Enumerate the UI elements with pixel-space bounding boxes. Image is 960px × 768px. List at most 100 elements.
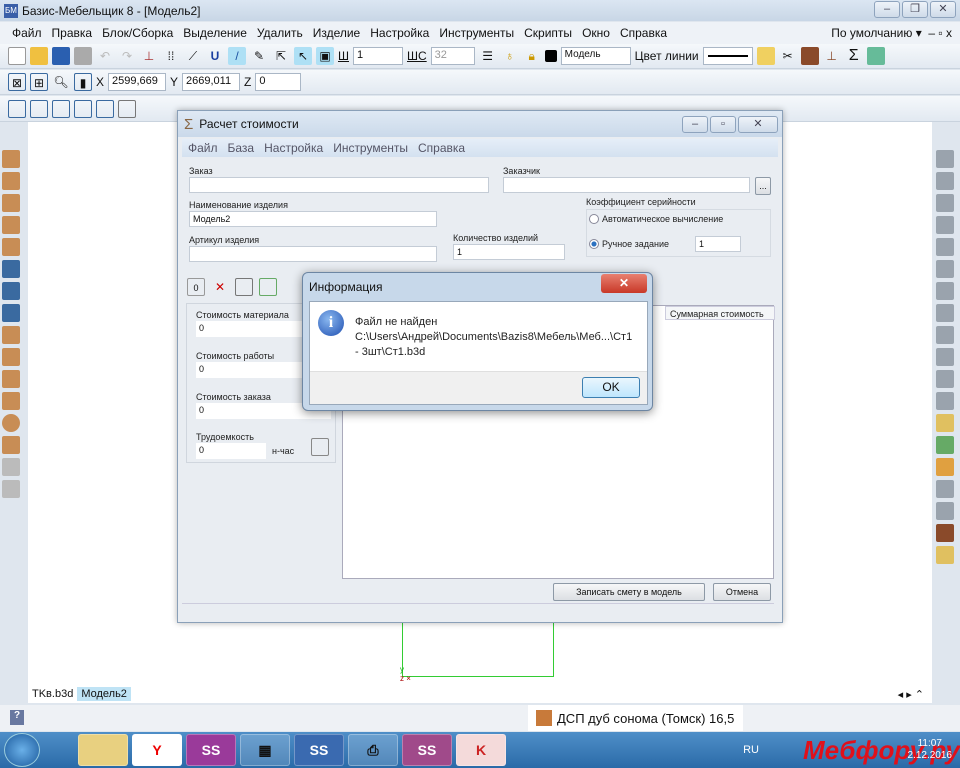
clock[interactable]: 11:07 2.12.2016 bbox=[908, 738, 953, 762]
box-icon[interactable]: ▣ bbox=[316, 47, 334, 65]
menu-block[interactable]: Блок/Сборка bbox=[102, 26, 173, 40]
taskbar-bazis-1[interactable]: SS bbox=[186, 734, 236, 766]
shell-icon[interactable] bbox=[2, 480, 20, 498]
view-top-icon[interactable] bbox=[52, 99, 70, 118]
cost-menu-tools[interactable]: Инструменты bbox=[333, 141, 408, 155]
product-name-input[interactable]: Модель2 bbox=[189, 211, 437, 227]
cost-menu-settings[interactable]: Настройка bbox=[264, 141, 323, 155]
taskbar-printer[interactable]: ⎙ bbox=[348, 734, 398, 766]
hinge-icon[interactable] bbox=[936, 194, 954, 212]
rotate-icon[interactable] bbox=[2, 392, 20, 410]
info-close-button[interactable]: ✕ bbox=[601, 274, 647, 293]
start-button[interactable] bbox=[4, 733, 40, 767]
restore-button[interactable]: ❐ bbox=[902, 1, 928, 18]
view-left-icon[interactable] bbox=[30, 99, 48, 118]
panel-icon[interactable] bbox=[2, 150, 20, 168]
frame-icon[interactable] bbox=[2, 260, 20, 278]
edit-icon[interactable] bbox=[936, 436, 954, 454]
taskbar-yandex[interactable]: Y bbox=[132, 734, 182, 766]
tab-scroll-buttons[interactable]: ◂ ▸ ⌃ bbox=[898, 688, 924, 701]
menu-product[interactable]: Изделие bbox=[313, 26, 361, 40]
cost-maximize-button[interactable]: ▫ bbox=[710, 115, 736, 133]
sh-select[interactable]: 1 bbox=[353, 47, 403, 65]
magnet-icon[interactable]: U bbox=[206, 47, 224, 65]
save-icon[interactable] bbox=[52, 47, 70, 65]
box-panel-icon[interactable] bbox=[2, 326, 20, 344]
fitting-icon[interactable] bbox=[936, 348, 954, 366]
layers-icon[interactable]: ☰ bbox=[479, 47, 497, 65]
help-icon[interactable]: ? bbox=[10, 710, 24, 725]
tool-2-icon[interactable] bbox=[936, 172, 954, 190]
auto-radio[interactable]: Автоматическое вычисление bbox=[589, 214, 723, 224]
zoom-window-icon[interactable]: ⊞ bbox=[30, 73, 48, 91]
folder-icon[interactable] bbox=[756, 47, 775, 65]
menu-select[interactable]: Выделение bbox=[183, 26, 247, 40]
cone-icon[interactable] bbox=[2, 436, 20, 454]
note-icon[interactable] bbox=[936, 546, 954, 564]
taskbar-bazis-3[interactable]: SS bbox=[402, 734, 452, 766]
horizontal-panel-icon[interactable] bbox=[2, 194, 20, 212]
article-input[interactable] bbox=[189, 246, 437, 262]
undo-icon[interactable]: ↶ bbox=[96, 47, 114, 65]
print-icon[interactable] bbox=[74, 47, 92, 65]
cost-close-button[interactable]: ✕ bbox=[738, 115, 778, 133]
bulb-icon[interactable]: ♁ bbox=[501, 47, 519, 65]
menu-window[interactable]: Окно bbox=[582, 26, 610, 40]
customer-browse-button[interactable]: ... bbox=[755, 177, 771, 195]
vertical-panel-icon[interactable] bbox=[2, 172, 20, 190]
clear-icon[interactable]: ✕ bbox=[211, 278, 229, 296]
current-material[interactable]: ДСП дуб сонома (Томск) 16,5 bbox=[528, 705, 743, 731]
box3d-icon[interactable] bbox=[936, 524, 954, 542]
grid-icon[interactable]: ⁞⁞ bbox=[162, 47, 180, 65]
tool-1-icon[interactable] bbox=[936, 150, 954, 168]
language-indicator[interactable]: RU bbox=[743, 744, 759, 756]
view-3d-icon[interactable] bbox=[118, 99, 136, 118]
leg-icon[interactable] bbox=[2, 348, 20, 366]
save-estimate-button[interactable]: Записать смету в модель bbox=[553, 583, 705, 601]
open-folder-icon[interactable] bbox=[30, 47, 48, 65]
cost-minimize-button[interactable]: – bbox=[682, 115, 708, 133]
scissors-icon[interactable]: ✂ bbox=[779, 47, 797, 65]
lock-icon[interactable]: 🔒︎ bbox=[523, 47, 541, 65]
ok-button[interactable]: OK bbox=[582, 377, 640, 398]
cost-menu-file[interactable]: Файл bbox=[188, 141, 218, 155]
bolt-icon[interactable] bbox=[936, 238, 954, 256]
menu-tools[interactable]: Инструменты bbox=[439, 26, 514, 40]
table-header-total[interactable]: Суммарная стоимость bbox=[665, 306, 775, 320]
layer-select[interactable]: Модель bbox=[560, 47, 631, 65]
view-front-icon[interactable] bbox=[8, 99, 26, 118]
z-input[interactable]: 0 bbox=[255, 73, 302, 91]
extrude-icon[interactable] bbox=[2, 458, 20, 476]
redo-icon[interactable]: ↷ bbox=[118, 47, 136, 65]
panel-copy-icon[interactable] bbox=[936, 392, 954, 410]
ruler-icon[interactable]: ✎ bbox=[250, 47, 268, 65]
customer-input[interactable] bbox=[503, 177, 750, 193]
divider-icon[interactable] bbox=[2, 282, 20, 300]
preset-dropdown[interactable]: По умолчанию ▾ – ▫ x bbox=[831, 26, 952, 40]
zoom-fit-icon[interactable]: ⊠ bbox=[8, 73, 26, 91]
cabinet-icon[interactable] bbox=[800, 47, 819, 65]
calc-icon[interactable]: 0 bbox=[187, 278, 205, 296]
line-style-select[interactable] bbox=[702, 47, 753, 65]
menu-help[interactable]: Справка bbox=[620, 26, 667, 40]
curve-icon[interactable] bbox=[2, 370, 20, 388]
menu-delete[interactable]: Удалить bbox=[257, 26, 303, 40]
new-file-icon[interactable] bbox=[8, 47, 26, 65]
menu-edit[interactable]: Правка bbox=[52, 26, 93, 40]
manual-value-input[interactable]: 1 bbox=[695, 236, 741, 252]
shelf-icon[interactable] bbox=[936, 260, 954, 278]
cost-menu-base[interactable]: База bbox=[228, 141, 255, 155]
tab-model2[interactable]: Модель2 bbox=[77, 687, 131, 701]
shs-select[interactable]: 32 bbox=[430, 47, 475, 65]
order-input[interactable] bbox=[189, 177, 489, 193]
joint-icon[interactable] bbox=[936, 304, 954, 322]
screw-icon[interactable] bbox=[936, 216, 954, 234]
report-icon[interactable] bbox=[936, 480, 954, 498]
tab-tkv[interactable]: TKв.b3d bbox=[32, 688, 73, 700]
sum-icon[interactable]: Σ bbox=[845, 47, 863, 65]
line-icon[interactable]: / bbox=[228, 47, 246, 65]
quantity-input[interactable]: 1 bbox=[453, 244, 565, 260]
close-button[interactable]: ✕ bbox=[930, 1, 956, 18]
menu-file[interactable]: Файл bbox=[12, 26, 42, 40]
cursor-icon[interactable]: ↖ bbox=[294, 47, 312, 65]
